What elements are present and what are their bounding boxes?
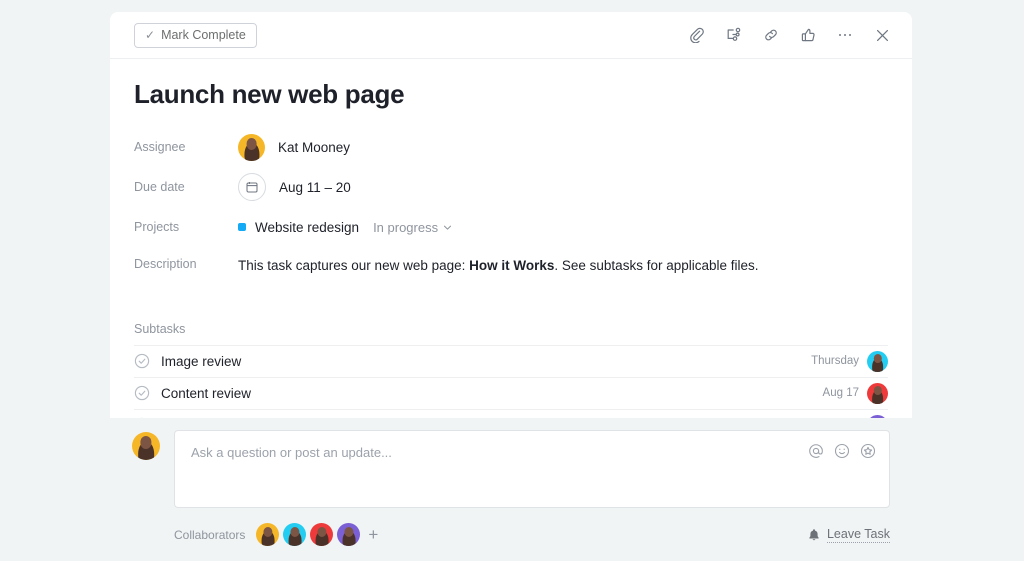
collaborators-list (256, 523, 361, 546)
due-date-text: Aug 11 – 20 (279, 179, 351, 195)
subtask-due-date[interactable]: Aug 17 (823, 387, 859, 399)
avatar[interactable] (867, 382, 888, 404)
avatar[interactable] (256, 523, 280, 546)
projects-label: Projects (134, 220, 180, 235)
task-header-bar: ✓ Mark Complete (110, 12, 912, 59)
due-date-row: Due date Aug 11 – 20 (134, 172, 888, 202)
subtask-meta: Aug 17 (823, 382, 888, 404)
table-row[interactable]: Image review Thursday (134, 346, 888, 378)
comment-placeholder: Ask a question or post an update... (191, 445, 392, 460)
subtasks-section-label: Subtasks (134, 322, 888, 346)
link-icon[interactable] (761, 25, 781, 45)
description-row: Description This task captures our new w… (134, 256, 888, 276)
assignee-value[interactable]: Kat Mooney (238, 133, 351, 161)
task-detail-card: ✓ Mark Complete Launch new web page Assi… (110, 12, 912, 418)
avatar[interactable] (310, 523, 334, 546)
like-icon[interactable] (798, 25, 818, 45)
composer-actions (808, 443, 876, 459)
mention-icon (809, 444, 823, 458)
comment-composer: Ask a question or post an update... (132, 430, 890, 508)
mark-complete-label: Mark Complete (161, 28, 246, 42)
avatar[interactable] (867, 350, 888, 372)
project-name[interactable]: Website redesign (255, 220, 359, 235)
description-text[interactable]: This task captures our new web page: How… (238, 256, 759, 276)
page-title: Launch new web page (134, 79, 405, 109)
task-header-actions (687, 25, 892, 45)
subtask-name: Image review (161, 353, 242, 369)
leave-task-button[interactable]: Leave Task (807, 527, 890, 543)
project-color-dot (238, 223, 246, 232)
avatar[interactable] (337, 523, 361, 546)
avatar (132, 432, 160, 460)
due-date-value[interactable]: Aug 11 – 20 (238, 173, 351, 202)
table-row[interactable]: Bug fixes Aug 19 (134, 410, 888, 418)
projects-value: Website redesign In progress (238, 220, 452, 235)
subtask-icon[interactable] (724, 25, 744, 45)
description-label: Description (134, 257, 197, 272)
table-row[interactable]: Content review Aug 17 (134, 378, 888, 410)
calendar-icon (238, 173, 266, 202)
assignee-row: Assignee Kat Mooney (134, 132, 888, 162)
comment-input[interactable]: Ask a question or post an update... (174, 430, 890, 508)
projects-row: Projects Website redesign In progress (134, 212, 888, 242)
project-status-label: In progress (373, 219, 439, 235)
task-body: Launch new web page Assignee Kat Mooney … (110, 59, 912, 418)
more-options-icon[interactable] (835, 25, 855, 45)
subtask-meta: Thursday (811, 350, 888, 372)
check-icon: ✓ (145, 28, 156, 42)
footer-bottom-bar: Collaborators + Leave Task (132, 523, 890, 546)
subtask-name: Content review (161, 385, 252, 401)
chevron-down-icon (444, 225, 452, 230)
mark-complete-button[interactable]: ✓ Mark Complete (134, 22, 257, 48)
assignee-label: Assignee (134, 140, 186, 155)
close-icon[interactable] (872, 25, 892, 45)
project-status-dropdown[interactable]: In progress (373, 220, 452, 235)
subtasks-section: Subtasks Image review Thursday Content r… (134, 322, 888, 418)
check-circle-icon (134, 354, 150, 369)
sticker-icon (860, 443, 876, 459)
assignee-name: Kat Mooney (278, 139, 351, 155)
add-collaborator-button[interactable]: + (368, 526, 378, 543)
task-footer: Ask a question or post an update... Coll… (110, 418, 912, 561)
description-text-bold: How it Works (469, 258, 555, 274)
leave-task-label: Leave Task (826, 526, 890, 543)
check-circle-icon (134, 386, 150, 401)
avatar (238, 133, 265, 161)
bell-icon (809, 528, 819, 540)
description-text-after: . See subtasks for applicable files. (554, 258, 759, 274)
description-text-before: This task captures our new web page: (238, 258, 470, 274)
emoji-icon (834, 443, 850, 459)
subtask-due-date[interactable]: Thursday (811, 355, 859, 367)
collaborators-label: Collaborators (174, 527, 246, 542)
task-detail-screen: ✓ Mark Complete Launch new web page Assi… (0, 0, 1024, 561)
attachment-icon[interactable] (687, 25, 707, 45)
avatar[interactable] (283, 523, 307, 546)
due-date-label: Due date (134, 180, 185, 195)
